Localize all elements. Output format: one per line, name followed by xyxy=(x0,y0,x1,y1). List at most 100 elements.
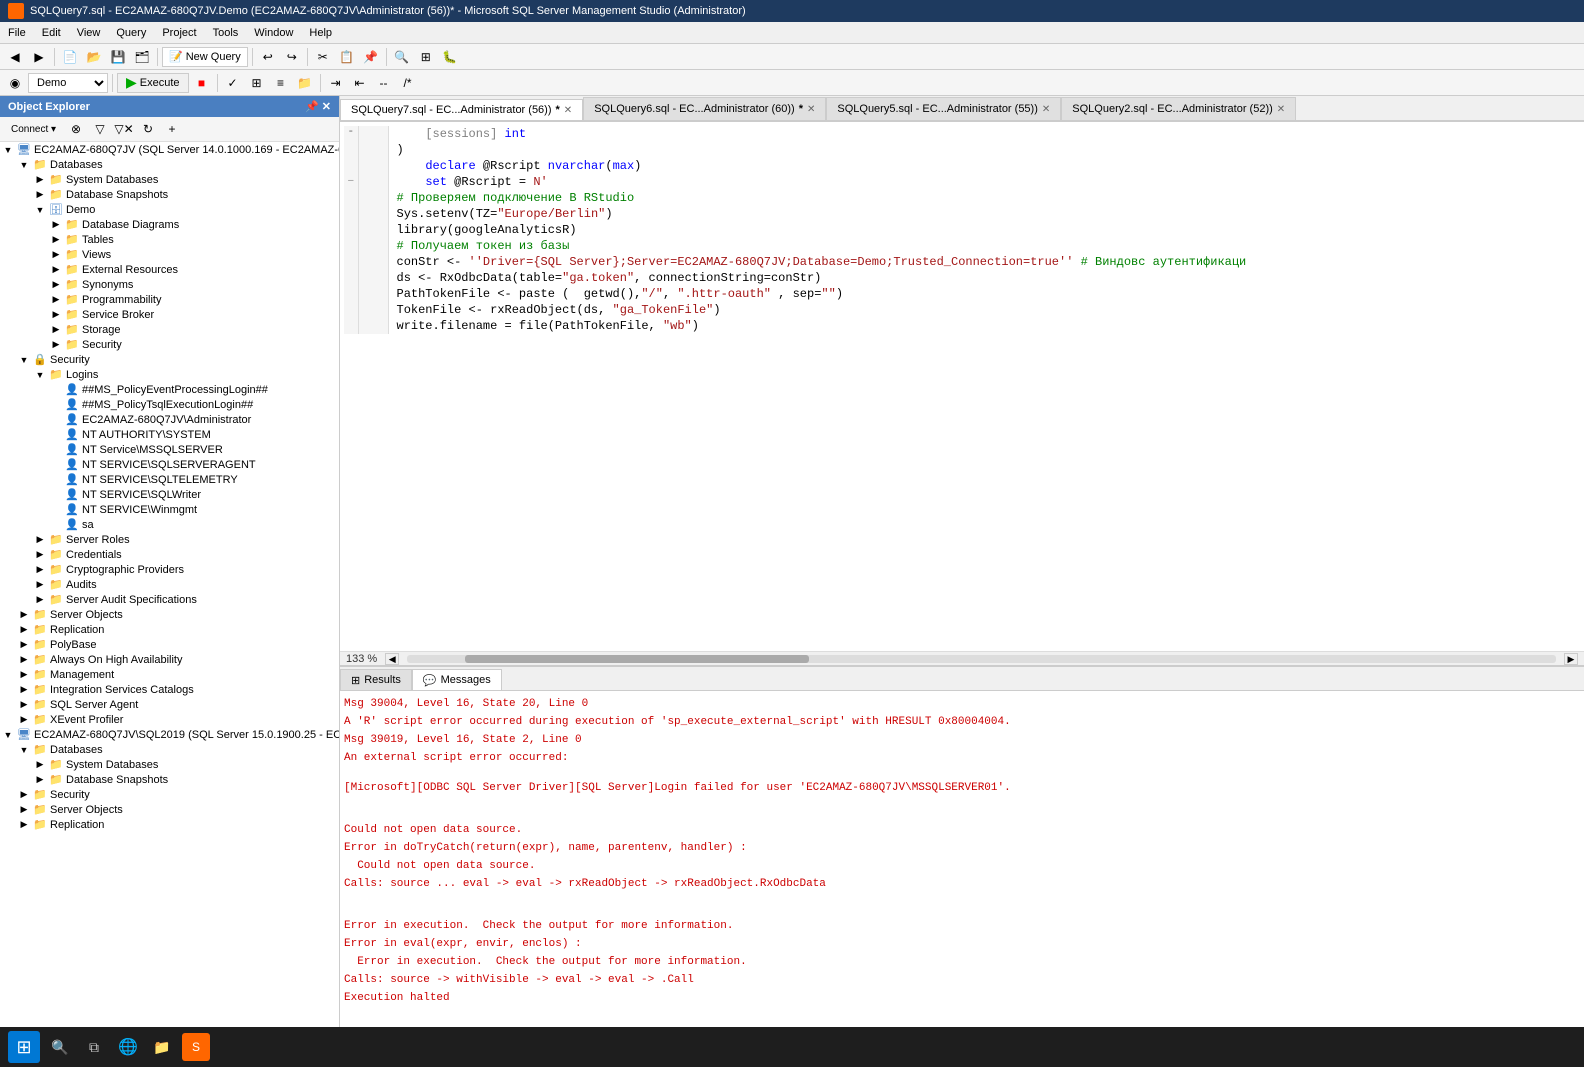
tree-login-policy1[interactable]: 👤 ##MS_PolicyEventProcessingLogin## xyxy=(0,382,339,397)
tree-storage[interactable]: ▶ 📁 Storage xyxy=(0,322,339,337)
oe-filter-clear-btn[interactable]: ▽✕ xyxy=(113,119,135,139)
tab-query7[interactable]: SQLQuery7.sql - EC...Administrator (56))… xyxy=(340,99,583,122)
tree-server2[interactable]: ▼ 🖥 EC2AMAZ-680Q7JV\SQL2019 (SQL Server … xyxy=(0,727,339,742)
tree-login-admin[interactable]: 👤 EC2AMAZ-680Q7JV\Administrator xyxy=(0,412,339,427)
oe-disconnect-btn[interactable]: ⊗ xyxy=(65,119,87,139)
tree-login-winmgmt[interactable]: 👤 NT SERVICE\Winmgmt xyxy=(0,502,339,517)
tree-credentials[interactable]: ▶ 📁 Credentials xyxy=(0,547,339,562)
tree-views[interactable]: ▶ 📁 Views xyxy=(0,247,339,262)
tab-messages[interactable]: 💬 Messages xyxy=(412,669,502,690)
tree-is-catalogs[interactable]: ▶ 📁 Integration Services Catalogs xyxy=(0,682,339,697)
menu-help[interactable]: Help xyxy=(301,25,340,41)
tab-results[interactable]: ⊞ Results xyxy=(340,669,412,690)
debug-btn[interactable]: 🐛 xyxy=(439,47,461,67)
copy-btn[interactable]: 📋 xyxy=(336,47,358,67)
results-content[interactable]: Msg 39004, Level 16, State 20, Line 0 A … xyxy=(340,691,1584,1031)
outdent-btn[interactable]: ⇤ xyxy=(349,73,371,93)
stop-btn[interactable]: ■ xyxy=(191,73,213,93)
tree-server2-server-objects[interactable]: ▶ 📁 Server Objects xyxy=(0,802,339,817)
tree-external-resources[interactable]: ▶ 📁 External Resources xyxy=(0,262,339,277)
new-file-btn[interactable]: 📄 xyxy=(59,47,81,67)
tree-audits[interactable]: ▶ 📁 Audits xyxy=(0,577,339,592)
forward-button[interactable]: ▶ xyxy=(28,47,50,67)
undo-btn[interactable]: ↩ xyxy=(257,47,279,67)
menu-window[interactable]: Window xyxy=(246,25,301,41)
menu-project[interactable]: Project xyxy=(154,25,204,41)
tab-query7-close[interactable]: ✕ xyxy=(564,105,572,116)
oe-add-btn[interactable]: + xyxy=(161,119,183,139)
tree-service-broker[interactable]: ▶ 📁 Service Broker xyxy=(0,307,339,322)
menu-query[interactable]: Query xyxy=(108,25,154,41)
tree-login-system[interactable]: 👤 NT AUTHORITY\SYSTEM xyxy=(0,427,339,442)
hscroll-track[interactable] xyxy=(407,655,1556,663)
taskbar-task-view[interactable]: ⧉ xyxy=(80,1033,108,1061)
editor-hscrollbar[interactable]: 133 % ◀ ▶ xyxy=(340,651,1584,665)
taskbar-ssms[interactable]: S xyxy=(182,1033,210,1061)
tree-management[interactable]: ▶ 📁 Management xyxy=(0,667,339,682)
menu-file[interactable]: File xyxy=(0,25,34,41)
redo-btn[interactable]: ↪ xyxy=(281,47,303,67)
taskbar-edge[interactable]: 🌐 xyxy=(114,1033,142,1061)
oe-filter-btn[interactable]: ▽ xyxy=(89,119,111,139)
uncomment-btn[interactable]: /* xyxy=(397,73,419,93)
oe-pin-icon[interactable]: 📌 xyxy=(305,100,319,113)
tree-login-writer[interactable]: 👤 NT SERVICE\SQLWriter xyxy=(0,487,339,502)
tree-login-telemetry[interactable]: 👤 NT SERVICE\SQLTELEMETRY xyxy=(0,472,339,487)
oe-connect-button[interactable]: Connect ▾ xyxy=(4,119,63,139)
back-button[interactable]: ◀ xyxy=(4,47,26,67)
tree-db-diagrams[interactable]: ▶ 📁 Database Diagrams xyxy=(0,217,339,232)
tree-server2-security[interactable]: ▶ 📁 Security xyxy=(0,787,339,802)
tree-server2-replication[interactable]: ▶ 📁 Replication xyxy=(0,817,339,832)
oe-refresh-btn[interactable]: ↻ xyxy=(137,119,159,139)
tab-query2[interactable]: SQLQuery2.sql - EC...Administrator (52))… xyxy=(1061,97,1296,120)
parse-btn[interactable]: ✓ xyxy=(222,73,244,93)
cut-btn[interactable]: ✂ xyxy=(312,47,334,67)
tab-query5-close[interactable]: ✕ xyxy=(1042,104,1050,115)
tab-query5[interactable]: SQLQuery5.sql - EC...Administrator (55))… xyxy=(826,97,1061,120)
tree-server2-snapshots[interactable]: ▶ 📁 Database Snapshots xyxy=(0,772,339,787)
save-all-btn[interactable]: 🗂 xyxy=(131,47,153,67)
tree-server2-sys-dbs[interactable]: ▶ 📁 System Databases xyxy=(0,757,339,772)
tree-login-sqlagent[interactable]: 👤 NT SERVICE\SQLSERVERAGENT xyxy=(0,457,339,472)
tb2-btn1[interactable]: ◉ xyxy=(4,73,26,93)
tree-programmability[interactable]: ▶ 📁 Programmability xyxy=(0,292,339,307)
menu-tools[interactable]: Tools xyxy=(205,25,247,41)
open-btn[interactable]: 📂 xyxy=(83,47,105,67)
tree-replication1[interactable]: ▶ 📁 Replication xyxy=(0,622,339,637)
tree-tables[interactable]: ▶ 📁 Tables xyxy=(0,232,339,247)
tree-databases[interactable]: ▼ 📁 Databases xyxy=(0,157,339,172)
tree-db-security[interactable]: ▶ 📁 Security xyxy=(0,337,339,352)
results-text-btn[interactable]: ≡ xyxy=(270,73,292,93)
tree-login-policy2[interactable]: 👤 ##MS_PolicyTsqlExecutionLogin## xyxy=(0,397,339,412)
taskbar-explorer[interactable]: 📁 xyxy=(148,1033,176,1061)
code-editor[interactable]: - [sessions] int ) xyxy=(340,122,1584,651)
new-query-button[interactable]: 📝 New Query xyxy=(162,47,248,67)
tree-xevent-profiler[interactable]: ▶ 📁 XEvent Profiler xyxy=(0,712,339,727)
tree-sql-agent[interactable]: ▶ 📁 SQL Server Agent xyxy=(0,697,339,712)
paste-btn[interactable]: 📌 xyxy=(360,47,382,67)
tree-logins[interactable]: ▼ 📁 Logins xyxy=(0,367,339,382)
tree-always-on[interactable]: ▶ 📁 Always On High Availability xyxy=(0,652,339,667)
comment-btn[interactable]: -- xyxy=(373,73,395,93)
taskbar-start[interactable]: ⊞ xyxy=(8,1031,40,1063)
tree-login-sa[interactable]: 👤 sa xyxy=(0,517,339,532)
tree-audit-specs[interactable]: ▶ 📁 Server Audit Specifications xyxy=(0,592,339,607)
tree-synonyms[interactable]: ▶ 📁 Synonyms xyxy=(0,277,339,292)
tree-crypto-providers[interactable]: ▶ 📁 Cryptographic Providers xyxy=(0,562,339,577)
tree-db-snapshots[interactable]: ▶ 📁 Database Snapshots xyxy=(0,187,339,202)
tree-system-dbs[interactable]: ▶ 📁 System Databases xyxy=(0,172,339,187)
tab-query2-close[interactable]: ✕ xyxy=(1277,104,1285,115)
tree-security[interactable]: ▼ 🔒 Security xyxy=(0,352,339,367)
taskbar-search[interactable]: 🔍 xyxy=(46,1033,74,1061)
indent-btn[interactable]: ⇥ xyxy=(325,73,347,93)
zoom-in-btn[interactable]: 🔍 xyxy=(391,47,413,67)
tab-query6-close[interactable]: ✕ xyxy=(807,104,815,115)
database-dropdown[interactable]: Demo xyxy=(28,73,108,93)
oe-close-icon[interactable]: ✕ xyxy=(322,100,331,113)
results-grid-btn[interactable]: ⊞ xyxy=(246,73,268,93)
execute-button[interactable]: ▶ Execute xyxy=(117,73,189,93)
tree-login-mssql[interactable]: 👤 NT Service\MSSQLSERVER xyxy=(0,442,339,457)
menu-edit[interactable]: Edit xyxy=(34,25,69,41)
tree-polybase[interactable]: ▶ 📁 PolyBase xyxy=(0,637,339,652)
tree-server-objects[interactable]: ▶ 📁 Server Objects xyxy=(0,607,339,622)
